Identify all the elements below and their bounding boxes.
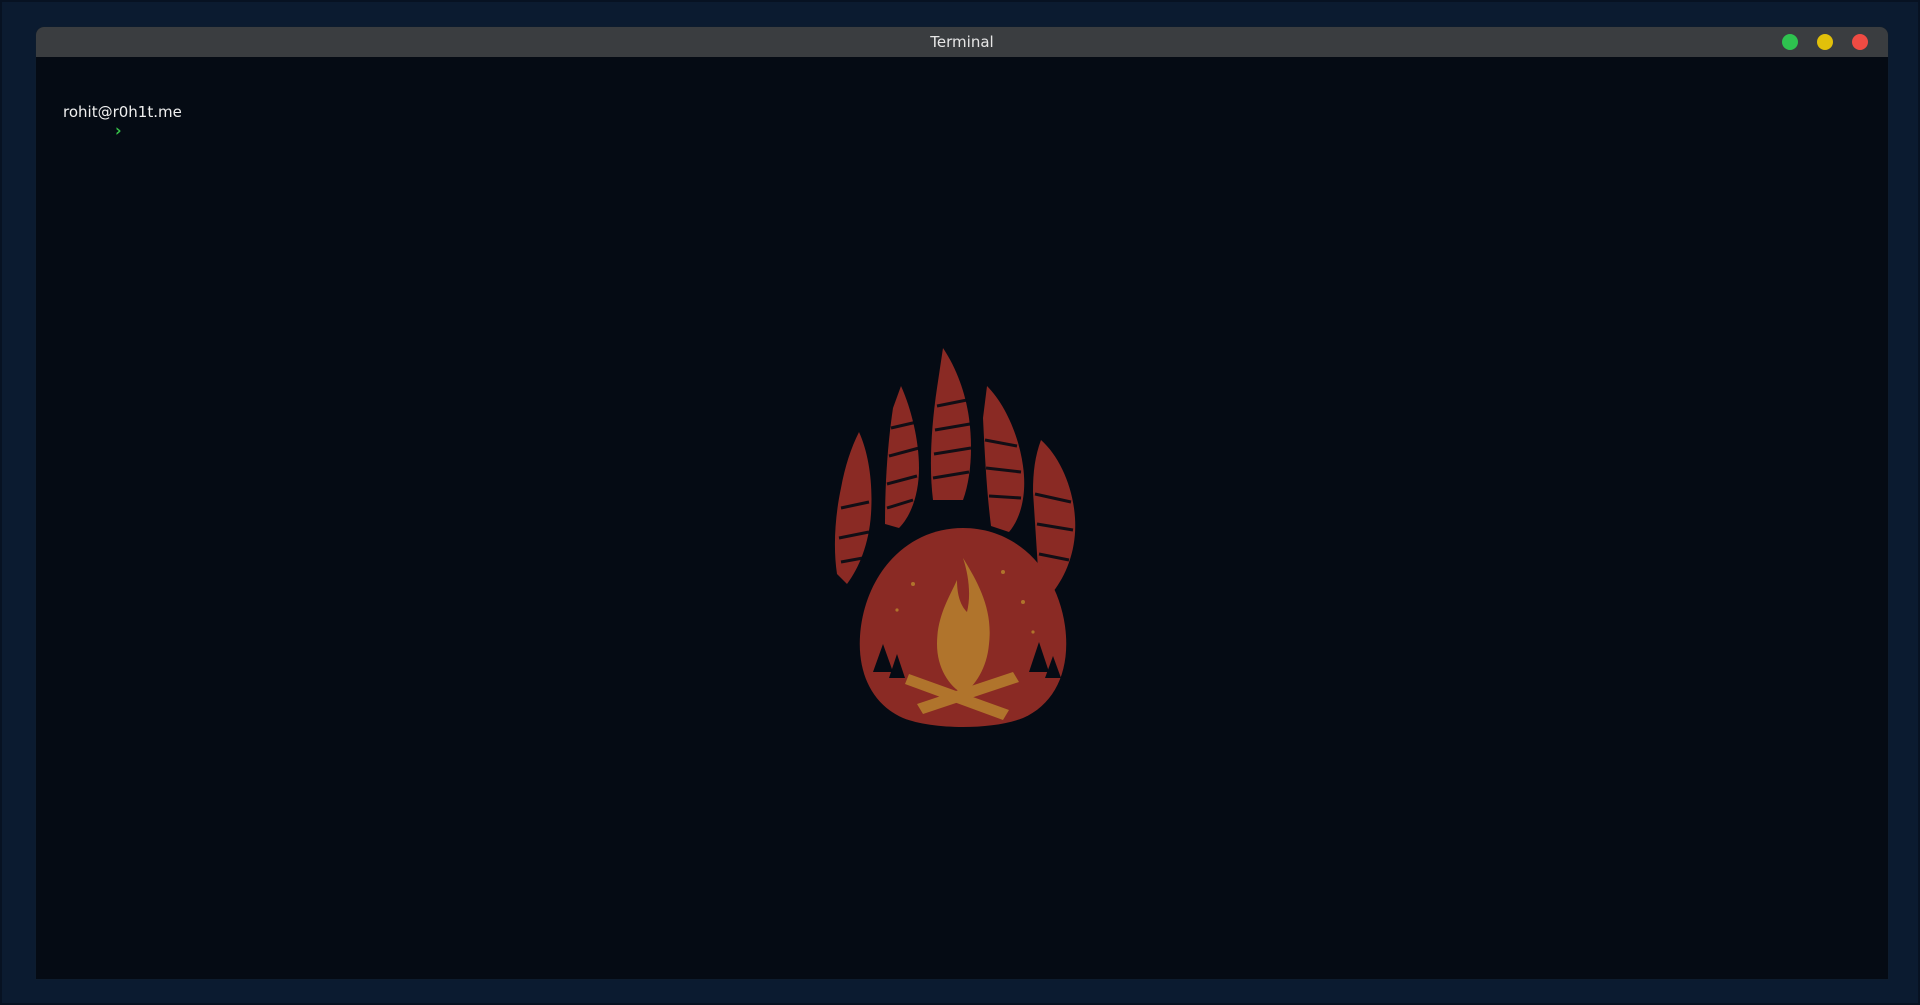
window-controls	[1782, 34, 1868, 50]
close-button[interactable]	[1852, 34, 1868, 50]
prompt-line: ›	[113, 120, 736, 142]
prompt-chevron-icon: ›	[113, 121, 124, 141]
title-bar[interactable]: Terminal	[36, 27, 1888, 57]
maximize-button[interactable]	[1782, 34, 1798, 50]
minimize-button[interactable]	[1817, 34, 1833, 50]
desktop: Terminal rohit@r0h1t.me ›	[0, 0, 1920, 1005]
prompt-user-host: rohit@r0h1t.me	[63, 103, 182, 121]
terminal-body[interactable]: rohit@r0h1t.me ›	[36, 57, 1888, 979]
window-title: Terminal	[930, 33, 994, 51]
terminal-window[interactable]: Terminal rohit@r0h1t.me ›	[36, 27, 1888, 979]
command-input[interactable]	[131, 120, 736, 142]
bear-paw-campfire-logo-icon	[834, 348, 1076, 727]
